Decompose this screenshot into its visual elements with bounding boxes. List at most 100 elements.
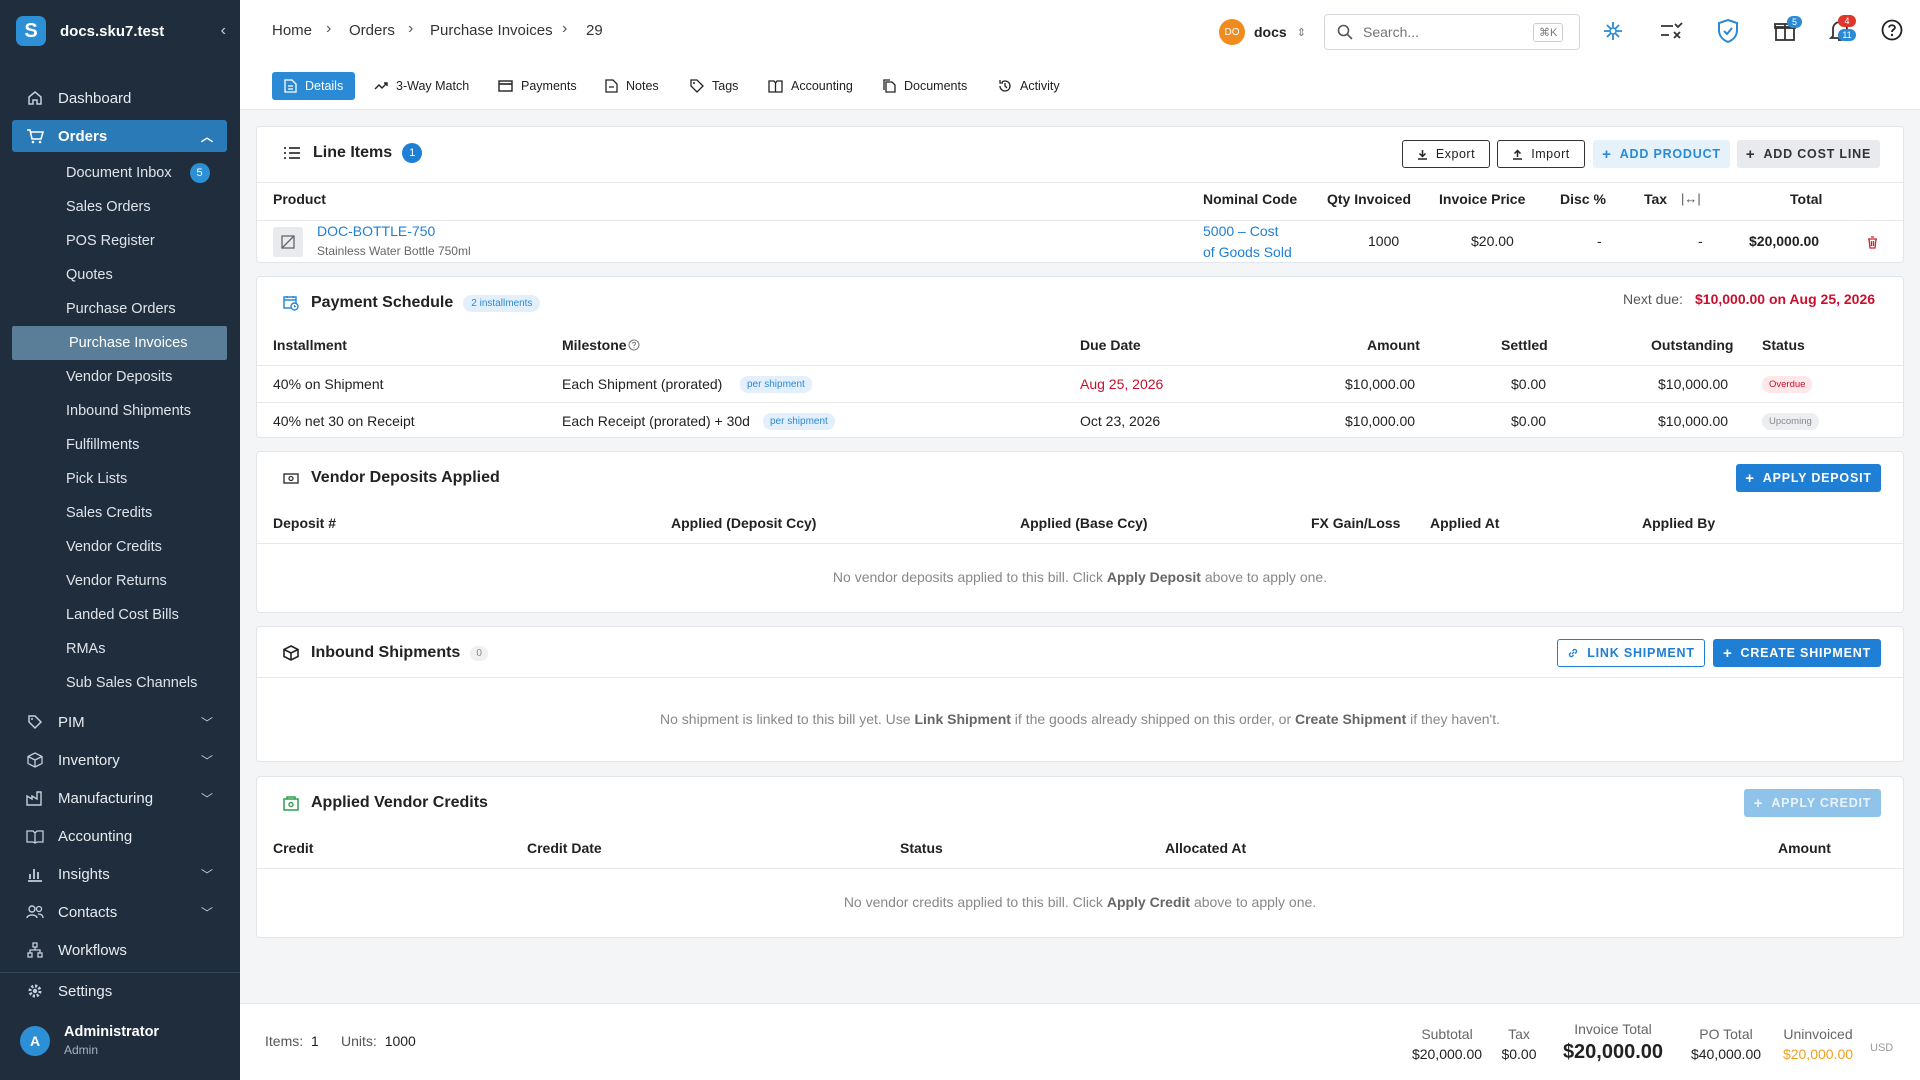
chevron-down-icon: ﹀ <box>200 791 213 806</box>
import-label: Import <box>1531 147 1570 161</box>
sidebar-subitem[interactable]: Vendor Credits <box>12 530 227 564</box>
discount[interactable]: - <box>1597 233 1602 249</box>
user-menu[interactable]: A Administrator Admin <box>20 1024 159 1057</box>
export-label: Export <box>1435 147 1476 161</box>
inbound-shipments-header: Inbound Shipments 0 <box>283 628 488 678</box>
sidebar-subitem[interactable]: Inbound Shipments <box>12 394 227 428</box>
divider <box>257 868 1903 869</box>
nav-contacts[interactable]: Contacts ﹀ <box>12 896 227 928</box>
nominal-code-link-line2[interactable]: of Goods Sold <box>1203 244 1292 260</box>
sidebar-subitem[interactable]: Pick Lists <box>12 462 227 496</box>
create-shipment-button[interactable]: + CREATE SHIPMENT <box>1713 639 1881 667</box>
nav-dashboard[interactable]: Dashboard <box>12 82 227 114</box>
tab-activity[interactable]: Activity <box>998 72 1060 100</box>
nav-workflows[interactable]: Workflows <box>12 934 227 966</box>
workspace-switcher[interactable]: DO docs ⇕ <box>1219 19 1306 45</box>
payment-schedule-header: Payment Schedule 2 installments <box>283 278 541 328</box>
tab-tags[interactable]: Tags <box>690 72 738 100</box>
trash-icon[interactable] <box>1867 236 1878 249</box>
bell-icon[interactable]: 4 11 <box>1828 15 1856 46</box>
sidebar-subitem[interactable]: Landed Cost Bills <box>12 598 227 632</box>
link-shipment-button[interactable]: LINK SHIPMENT <box>1557 639 1705 667</box>
apply-credit-button[interactable]: + APPLY CREDIT <box>1744 789 1881 817</box>
sidebar-subitem[interactable]: Sales Credits <box>12 496 227 530</box>
tab-payments[interactable]: Payments <box>498 72 577 100</box>
tag-icon <box>690 79 704 93</box>
apply-credit-label: APPLY CREDIT <box>1771 796 1872 810</box>
uninvoiced: Uninvoiced $20,000.00 <box>1778 1026 1858 1062</box>
sidebar-subitem[interactable]: Document Inbox 5 <box>12 156 227 190</box>
sidebar-subitem[interactable]: POS Register <box>12 224 227 258</box>
table-row: DOC-BOTTLE-750 Stainless Water Bottle 75… <box>257 221 1903 263</box>
empty-state: No vendor credits applied to this bill. … <box>257 894 1903 910</box>
add-cost-line-button[interactable]: + ADD COST LINE <box>1737 140 1880 168</box>
breadcrumb-orders[interactable]: Orders <box>349 22 395 39</box>
empty-text: No vendor credits applied to this bill. … <box>843 894 1107 910</box>
sidebar-subitem[interactable]: Sub Sales Channels <box>12 666 227 700</box>
qty-invoiced[interactable]: 1000 <box>1368 233 1399 249</box>
col-status: Status <box>900 840 943 856</box>
tag-icon <box>26 713 44 731</box>
empty-text: above to apply one. <box>1200 569 1328 585</box>
nav-accounting[interactable]: Accounting <box>12 820 227 852</box>
invoice-total: Invoice Total $20,000.00 <box>1554 1021 1672 1064</box>
column-resize-icon[interactable]: |↔| <box>1681 191 1701 206</box>
search-input[interactable] <box>1363 24 1533 40</box>
nav-pim[interactable]: PIM ﹀ <box>12 706 227 738</box>
col-installment: Installment <box>273 337 347 353</box>
tasks-icon[interactable] <box>1659 20 1683 45</box>
sidebar-subitem-label: Landed Cost Bills <box>66 607 179 623</box>
breadcrumb-purchase-invoices[interactable]: Purchase Invoices <box>430 22 553 39</box>
sidebar-subitem[interactable]: Quotes <box>12 258 227 292</box>
sidebar-subitem[interactable]: Sales Orders <box>12 190 227 224</box>
invoice-price[interactable]: $20.00 <box>1471 233 1514 249</box>
sidebar-subitem[interactable]: Vendor Returns <box>12 564 227 598</box>
product-thumbnail <box>273 227 303 257</box>
nav-orders[interactable]: Orders ︿ <box>12 120 227 152</box>
gift-icon[interactable]: 5 <box>1774 16 1802 44</box>
nav-pim-label: PIM <box>58 713 85 731</box>
help-circle-icon[interactable] <box>628 339 640 351</box>
nav-inventory-label: Inventory <box>58 751 120 769</box>
sidebar-subitem[interactable]: Purchase Orders <box>12 292 227 326</box>
app-logo: S <box>16 16 46 46</box>
collapse-sidebar-icon[interactable]: ‹ <box>221 22 226 40</box>
sidebar-subitem[interactable]: RMAs <box>12 632 227 666</box>
sidebar-subitem[interactable]: Vendor Deposits <box>12 360 227 394</box>
apply-deposit-button[interactable]: + APPLY DEPOSIT <box>1736 464 1881 492</box>
workspace-avatar: DO <box>1219 19 1245 45</box>
tab-accounting[interactable]: Accounting <box>768 72 853 100</box>
home-icon <box>26 89 44 107</box>
divider <box>257 677 1903 678</box>
add-product-label: ADD PRODUCT <box>1619 147 1721 161</box>
user-role: Admin <box>64 1043 99 1057</box>
tab-3-way-match[interactable]: 3-Way Match <box>374 72 469 100</box>
add-product-button[interactable]: + ADD PRODUCT <box>1593 140 1730 168</box>
import-button[interactable]: Import <box>1497 140 1585 168</box>
nav-manufacturing[interactable]: Manufacturing ﹀ <box>12 782 227 814</box>
tab-notes[interactable]: Notes <box>605 72 659 100</box>
tax[interactable]: - <box>1698 233 1703 249</box>
breadcrumb-home[interactable]: Home <box>272 22 312 39</box>
search-box[interactable]: ⌘K <box>1324 14 1580 50</box>
help-icon[interactable] <box>1881 19 1903 44</box>
nav-settings[interactable]: Settings <box>12 975 227 1007</box>
nominal-code-link[interactable]: 5000 – Cost <box>1203 223 1279 239</box>
export-button[interactable]: Export <box>1402 140 1490 168</box>
nav-inventory[interactable]: Inventory ﹀ <box>12 744 227 776</box>
inbound-shipments-card: Inbound Shipments 0 LINK SHIPMENT + CREA… <box>256 626 1904 762</box>
tab-documents[interactable]: Documents <box>883 72 967 100</box>
tab-details[interactable]: Details <box>272 72 356 100</box>
table-row: 40% net 30 on Receipt Each Receipt (pror… <box>257 403 1903 439</box>
compare-icon <box>374 82 388 90</box>
add-cost-line-label: ADD COST LINE <box>1763 147 1872 161</box>
subtotal-label: Subtotal <box>1421 1026 1473 1042</box>
ai-sparkle-icon[interactable] <box>1602 20 1624 45</box>
nav-insights[interactable]: Insights ﹀ <box>12 858 227 890</box>
sidebar-subitem[interactable]: Fulfillments <box>12 428 227 462</box>
product-sku-link[interactable]: DOC-BOTTLE-750 <box>317 223 435 239</box>
amount: $10,000.00 <box>1345 413 1416 429</box>
shield-icon[interactable] <box>1718 18 1738 46</box>
tab-activity-label: Activity <box>1020 79 1060 93</box>
sidebar-subitem[interactable]: Purchase Invoices <box>12 326 227 360</box>
